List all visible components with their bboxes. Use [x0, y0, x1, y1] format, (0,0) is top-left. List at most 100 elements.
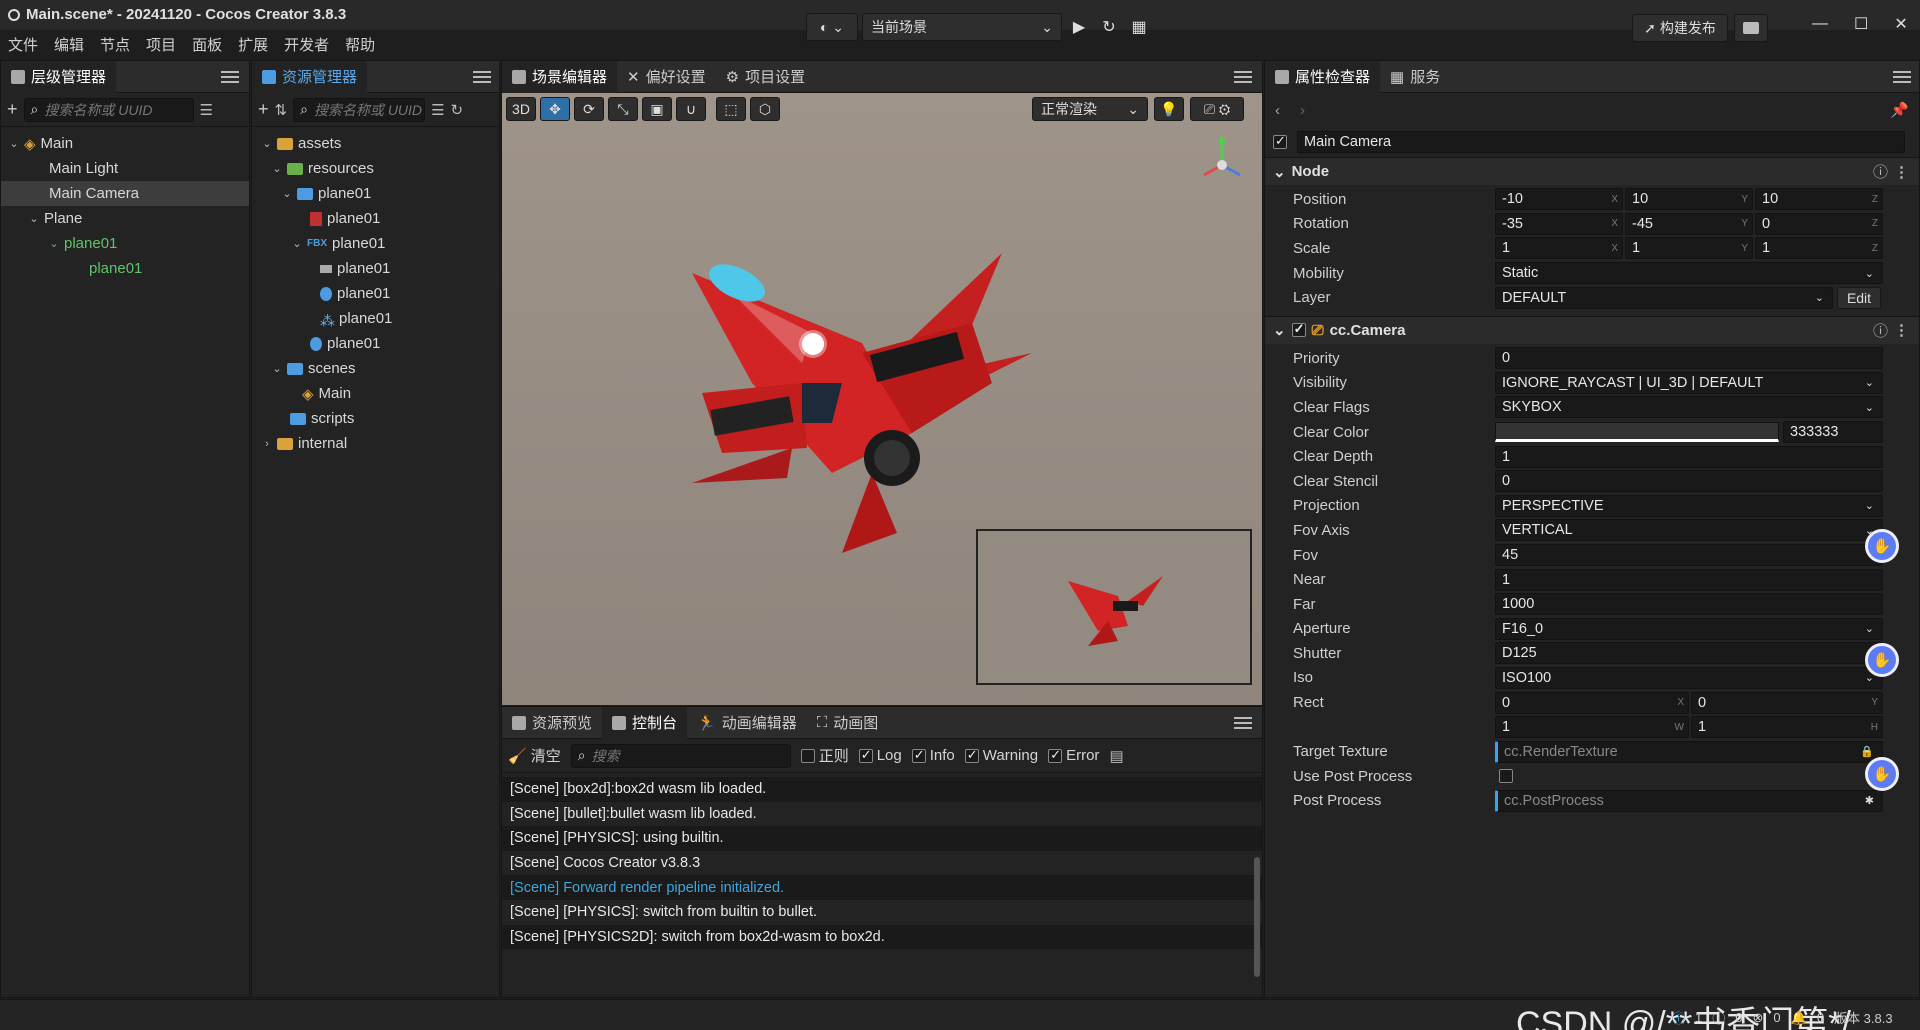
console-scrollbar[interactable] [1254, 857, 1260, 977]
filter-warning[interactable]: Warning [964, 747, 1038, 764]
help-icon[interactable]: ⓘ [1873, 320, 1888, 341]
build-button[interactable]: ➚ 构建发布 [1632, 14, 1728, 42]
filter-info[interactable]: Info [911, 747, 955, 764]
render-mode-select[interactable]: 正常渲染 ⌄ [1032, 97, 1148, 121]
layer-select[interactable]: DEFAULT ⌄ [1495, 286, 1833, 309]
scene-select[interactable]: 当前场景 ⌄ [862, 13, 1062, 41]
panel-menu-icon[interactable] [1234, 716, 1252, 729]
projection-select[interactable]: PERSPECTIVE ⌄ [1495, 494, 1883, 517]
visibility-select[interactable]: IGNORE_RAYCAST | UI_3D | DEFAULT ⌄ [1495, 371, 1883, 394]
menu-node[interactable]: 节点 [100, 34, 130, 55]
rect-tool-icon[interactable]: ▣ [642, 97, 672, 121]
filter-log[interactable]: Log [858, 747, 902, 764]
close-icon[interactable]: ✕ [1894, 14, 1907, 34]
scale-tool-icon[interactable]: ⤡ [608, 97, 638, 121]
rotation-x-input[interactable]: -35 X [1495, 212, 1623, 235]
tab-asset-preview[interactable]: 资源预览 [502, 707, 602, 739]
asset-item-scripts[interactable]: scripts [252, 406, 499, 431]
light-toggle-icon[interactable]: 💡 [1154, 97, 1184, 121]
filter-regex[interactable]: 正则 [800, 745, 849, 766]
position-x-input[interactable]: -10 X [1495, 188, 1623, 211]
tab-preferences[interactable]: ✕ 偏好设置 [617, 61, 716, 93]
clear-flags-select[interactable]: SKYBOX ⌄ [1495, 396, 1883, 419]
menu-edit[interactable]: 编辑 [54, 34, 84, 55]
clear-depth-input[interactable]: 1 [1495, 445, 1883, 468]
add-icon[interactable]: + [258, 99, 269, 120]
position-z-input[interactable]: 10 Z [1755, 188, 1883, 211]
log-line[interactable]: [Scene] [PHYSICS]: switch from builtin t… [502, 900, 1262, 925]
tab-inspector[interactable]: 属性检查器 [1265, 60, 1381, 93]
play-icon[interactable]: ▶ [1066, 14, 1092, 40]
rect-x-input[interactable]: 0X [1495, 691, 1689, 714]
iso-select[interactable]: ISO100 ⌄ [1495, 666, 1883, 689]
node-section-header[interactable]: ⌄ Node ⓘ ⋮ [1265, 157, 1919, 185]
tab-hierarchy[interactable]: 层级管理器 [1, 60, 117, 93]
rotation-y-input[interactable]: -45 Y [1625, 212, 1753, 235]
more-icon[interactable]: ⋮ [1894, 321, 1909, 339]
menu-extension[interactable]: 扩展 [238, 34, 268, 55]
log-line[interactable]: [Scene] [box2d]:box2d wasm lib loaded. [502, 777, 1262, 802]
open-folder-button[interactable] [1734, 14, 1768, 42]
scale-x-input[interactable]: 1X [1495, 237, 1623, 260]
camera-settings-icon[interactable]: ⎚ ⚙ [1190, 97, 1244, 121]
tab-scene-editor[interactable]: 场景编辑器 [502, 60, 618, 93]
clear-button[interactable]: 🧹 清空 [508, 745, 561, 766]
assets-search-input[interactable]: ⌕ 搜索名称或 UUID [293, 97, 426, 122]
warning-count-icon[interactable]: ⓘ [1712, 1008, 1725, 1027]
node-name-input[interactable]: Main Camera [1297, 131, 1905, 153]
tab-project-settings[interactable]: ⚙ 项目设置 [716, 61, 815, 93]
asset-item-scenes[interactable]: ⌄ scenes [252, 356, 499, 381]
3d-toggle-button[interactable]: 3D [506, 97, 536, 121]
axis-gizmo-icon[interactable] [1192, 133, 1252, 193]
clear-color-swatch[interactable] [1495, 422, 1779, 443]
tab-animation-editor[interactable]: 🏃 动画编辑器 [687, 707, 807, 739]
asset-item-plane01-mesh[interactable]: plane01 [252, 256, 499, 281]
shutter-select[interactable]: D125⌄ [1495, 642, 1883, 665]
rect-w-input[interactable]: 1W [1495, 716, 1689, 739]
menu-file[interactable]: 文件 [8, 34, 38, 55]
menu-panel[interactable]: 面板 [192, 34, 222, 55]
asset-item-internal[interactable]: › internal [252, 431, 499, 456]
scene-viewport[interactable]: 3D ✥ ⟳ ⤡ ▣ ∪ ⬚ ⬡ 正常渲染 ⌄ 💡 ⎚ ⚙ [502, 93, 1262, 705]
aperture-select[interactable]: F16_0 ⌄ [1495, 617, 1883, 640]
tree-item-plane[interactable]: ⌄ Plane [1, 206, 249, 231]
scale-z-input[interactable]: 1Z [1755, 237, 1883, 260]
floating-assist-icon[interactable]: ✋ [1865, 757, 1899, 791]
fov-input[interactable]: 45 [1495, 544, 1883, 567]
minimize-icon[interactable]: — [1812, 15, 1828, 33]
tree-item-main-camera[interactable]: Main Camera [1, 181, 249, 206]
near-input[interactable]: 1 [1495, 568, 1883, 591]
help-icon[interactable]: ⓘ [1873, 161, 1888, 182]
tree-item-plane01-child[interactable]: plane01 [1, 256, 249, 281]
console-search-input[interactable]: ⌕ 搜索 [570, 743, 791, 768]
panel-menu-icon[interactable] [1234, 70, 1252, 83]
clear-stencil-input[interactable]: 0 [1495, 470, 1883, 493]
platform-select[interactable]: ◐ ⌄ [806, 13, 858, 41]
tab-console[interactable]: 控制台 [602, 706, 688, 739]
open-log-file-icon[interactable]: ▤ [1109, 747, 1123, 765]
use-post-process-checkbox[interactable] [1499, 769, 1513, 784]
scale-y-input[interactable]: 1Y [1625, 237, 1753, 260]
panel-menu-icon[interactable] [1893, 70, 1911, 83]
pin-icon[interactable]: 📌 [1890, 101, 1909, 119]
edit-layer-button[interactable]: Edit [1837, 286, 1881, 309]
forward-icon[interactable]: › [1300, 102, 1305, 119]
hierarchy-search-input[interactable]: ⌕ 搜索名称或 UUID [23, 97, 194, 122]
floating-assist-icon[interactable]: ✋ [1865, 529, 1899, 563]
asset-item-assets[interactable]: ⌄ assets [252, 131, 499, 156]
snap-tool-icon[interactable]: ∪ [676, 97, 706, 121]
camera-section-header[interactable]: ⌄⎚cc.Cameraⓘ⋮ [1265, 315, 1919, 344]
asset-item-main-scene[interactable]: ◈ Main [252, 381, 499, 406]
notification-icon[interactable]: 🔔 [1791, 1010, 1807, 1026]
rect-y-input[interactable]: 0Y [1691, 691, 1883, 714]
log-line[interactable]: [Scene] [PHYSICS2D]: switch from box2d-w… [502, 924, 1262, 950]
panel-menu-icon[interactable] [473, 70, 491, 83]
add-icon[interactable]: + [7, 99, 18, 120]
log-line[interactable]: [Scene] [PHYSICS]: using builtin. [502, 826, 1262, 851]
fov-axis-select[interactable]: VERTICAL ⌄ [1495, 519, 1883, 542]
tab-animation-graph[interactable]: ⛶ 动画图 [807, 707, 889, 739]
asset-item-plane01-texture[interactable]: plane01 [252, 206, 499, 231]
back-icon[interactable]: ‹ [1275, 102, 1280, 119]
tab-assets[interactable]: 资源管理器 [252, 60, 368, 93]
asset-item-plane01-skeleton[interactable]: ⁂ plane01 [252, 306, 499, 331]
